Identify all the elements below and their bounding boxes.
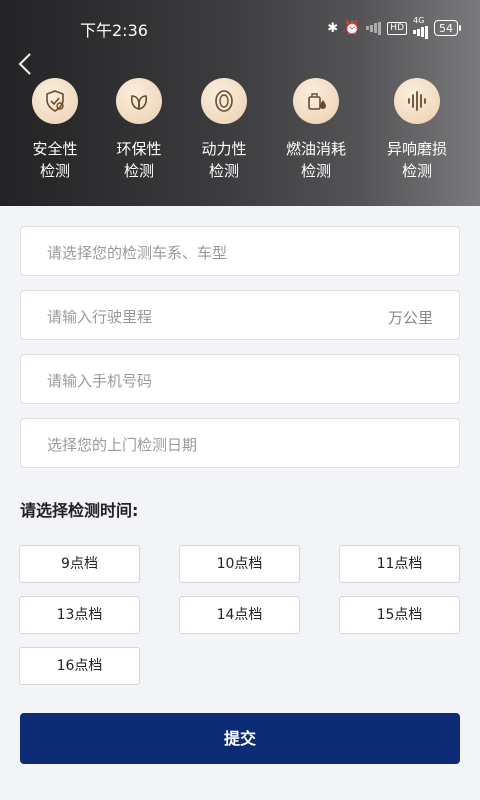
time-section-title: 请选择检测时间: — [20, 501, 139, 520]
phone-input[interactable]: 请输入手机号码 — [20, 354, 460, 404]
sound-wave-icon — [408, 91, 426, 111]
status-time: 下午2:36 — [80, 21, 148, 40]
mileage-placeholder: 请输入行驶里程 — [47, 308, 153, 326]
time-slot-11[interactable]: 11点档 — [339, 545, 460, 583]
network-type: 4G — [413, 16, 425, 25]
time-slot-14[interactable]: 14点档 — [179, 596, 300, 634]
fuel-drop-icon — [308, 93, 326, 110]
feature-label: 环保性 检测 — [116, 140, 162, 180]
shield-check-icon — [46, 90, 64, 112]
status-bar: 下午2:36 ✱ ⏰ HD 4G 54 — [0, 0, 480, 54]
back-button[interactable] — [12, 50, 40, 78]
signal-weak-icon — [366, 21, 382, 35]
hd-badge: HD — [387, 21, 407, 35]
feature-power[interactable]: 动力性 检测 — [176, 78, 272, 182]
date-select[interactable]: 选择您的上门检测日期 — [20, 418, 460, 468]
feature-icon-bg — [394, 78, 440, 124]
status-icons: ✱ ⏰ HD 4G 54 — [327, 17, 461, 39]
feature-label: 安全性 检测 — [32, 140, 78, 180]
feature-label: 燃油消耗 检测 — [285, 140, 346, 180]
feature-safety[interactable]: 安全性 检测 — [7, 78, 103, 182]
time-slot-13[interactable]: 13点档 — [19, 596, 140, 634]
time-slot-9[interactable]: 9点档 — [19, 545, 140, 583]
chevron-left-icon — [18, 53, 31, 75]
feature-eco[interactable]: 环保性 检测 — [91, 78, 187, 182]
tire-icon — [215, 90, 233, 112]
car-model-select[interactable]: 请选择您的检测车系、车型 — [20, 226, 460, 276]
feature-label: 异响磨损 检测 — [386, 140, 447, 180]
feature-icon-bg — [116, 78, 162, 124]
feature-row: 安全性 检测 环保性 检测 动力性 检测 燃油消耗 检测 异响磨损 检测 — [0, 78, 480, 188]
mileage-unit: 万公里 — [387, 309, 433, 327]
car-model-placeholder: 请选择您的检测车系、车型 — [47, 244, 228, 262]
feature-fuel[interactable]: 燃油消耗 检测 — [268, 78, 364, 182]
alarm-icon: ⏰ — [344, 20, 361, 36]
date-placeholder: 选择您的上门检测日期 — [47, 436, 198, 454]
time-slot-10[interactable]: 10点档 — [179, 545, 300, 583]
cell-signal-icon: 4G — [413, 17, 428, 39]
feature-icon-bg — [201, 78, 247, 124]
phone-placeholder: 请输入手机号码 — [47, 372, 153, 390]
submit-button[interactable]: 提交 — [20, 713, 460, 764]
feature-icon-bg — [32, 78, 78, 124]
header-banner: 下午2:36 ✱ ⏰ HD 4G 54 安全性 检测 环保性 检测 动力性 检测… — [0, 0, 480, 206]
leaf-icon — [130, 95, 148, 110]
battery-indicator: 54 — [434, 20, 461, 36]
time-slot-16[interactable]: 16点档 — [19, 647, 140, 685]
mileage-input[interactable]: 请输入行驶里程 万公里 — [20, 290, 460, 340]
time-slot-15[interactable]: 15点档 — [339, 596, 460, 634]
bluetooth-icon: ✱ — [327, 20, 339, 36]
feature-icon-bg — [293, 78, 339, 124]
feature-noise[interactable]: 异响磨损 检测 — [369, 78, 465, 182]
feature-label: 动力性 检测 — [201, 140, 247, 180]
